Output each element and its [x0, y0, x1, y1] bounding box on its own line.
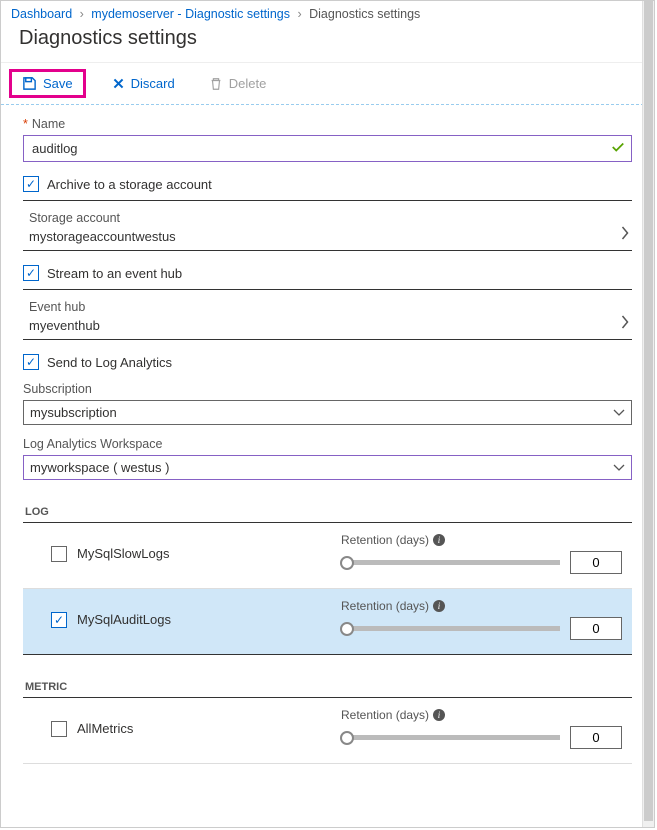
checkbox-checked-icon[interactable]: ✓: [51, 612, 67, 628]
breadcrumb-server[interactable]: mydemoserver - Diagnostic settings: [91, 7, 290, 21]
chevron-down-icon: [613, 460, 625, 475]
eventhub-row[interactable]: Event hub myeventhub: [23, 290, 632, 340]
discard-button[interactable]: Discard: [104, 72, 183, 95]
sendla-checkbox-row[interactable]: ✓ Send to Log Analytics: [23, 354, 632, 370]
metric-item-row[interactable]: AllMetrics Retention (days) i: [23, 698, 632, 764]
discard-label: Discard: [131, 76, 175, 91]
retention-input[interactable]: [570, 617, 622, 640]
checkbox-checked-icon: ✓: [23, 176, 39, 192]
toolbar: Save Discard Delete: [1, 62, 654, 105]
scrollbar[interactable]: [642, 1, 654, 827]
info-icon[interactable]: i: [433, 534, 445, 546]
subscription-value: mysubscription: [30, 405, 117, 420]
slider-thumb[interactable]: [340, 622, 354, 636]
slider-thumb[interactable]: [340, 731, 354, 745]
retention-input[interactable]: [570, 726, 622, 749]
save-label: Save: [43, 76, 73, 91]
retention-slider[interactable]: [341, 735, 560, 740]
eventhub-label: Event hub: [29, 300, 100, 314]
checkbox-checked-icon: ✓: [23, 354, 39, 370]
eventhub-value: myeventhub: [29, 318, 100, 333]
valid-check-icon: [611, 140, 625, 157]
stream-label: Stream to an event hub: [47, 266, 182, 281]
trash-icon: [209, 77, 223, 91]
delete-button: Delete: [201, 72, 275, 95]
log-item-name: MySqlSlowLogs: [77, 546, 170, 561]
workspace-value: myworkspace ( westus ): [30, 460, 169, 475]
metric-section-header: METRIC: [23, 681, 632, 698]
stream-checkbox-row[interactable]: ✓ Stream to an event hub: [23, 265, 632, 281]
chevron-right-icon: ›: [80, 7, 84, 21]
retention-input[interactable]: [570, 551, 622, 574]
log-item-row[interactable]: ✓ MySqlAuditLogs Retention (days) i: [23, 589, 632, 655]
required-star: *: [23, 117, 28, 131]
breadcrumb-dashboard[interactable]: Dashboard: [11, 7, 72, 21]
chevron-right-icon: ›: [297, 7, 301, 21]
checkbox-unchecked-icon[interactable]: [51, 721, 67, 737]
subscription-select[interactable]: mysubscription: [23, 400, 632, 425]
save-button[interactable]: Save: [9, 69, 86, 98]
retention-slider[interactable]: [341, 626, 560, 631]
chevron-right-icon: [621, 225, 630, 244]
log-item-row[interactable]: MySqlSlowLogs Retention (days) i: [23, 523, 632, 589]
retention-label: Retention (days): [341, 533, 429, 547]
name-input-wrap[interactable]: [23, 135, 632, 162]
storage-account-row[interactable]: Storage account mystorageaccountwestus: [23, 201, 632, 251]
name-label: * Name: [23, 117, 632, 131]
info-icon[interactable]: i: [433, 709, 445, 721]
retention-label: Retention (days): [341, 708, 429, 722]
workspace-label: Log Analytics Workspace: [23, 437, 632, 451]
retention-label: Retention (days): [341, 599, 429, 613]
log-item-name: MySqlAuditLogs: [77, 612, 171, 627]
storage-value: mystorageaccountwestus: [29, 229, 176, 244]
page-title: Diagnostics settings: [19, 27, 654, 50]
archive-checkbox-row[interactable]: ✓ Archive to a storage account: [23, 176, 632, 192]
name-label-text: Name: [32, 117, 65, 131]
chevron-right-icon: [621, 314, 630, 333]
close-icon: [112, 77, 125, 90]
info-icon[interactable]: i: [433, 600, 445, 612]
slider-thumb[interactable]: [340, 556, 354, 570]
checkbox-unchecked-icon[interactable]: [51, 546, 67, 562]
storage-label: Storage account: [29, 211, 176, 225]
subscription-label: Subscription: [23, 382, 632, 396]
sendla-label: Send to Log Analytics: [47, 355, 172, 370]
save-icon: [22, 76, 37, 91]
breadcrumb-current: Diagnostics settings: [309, 7, 420, 21]
log-section-header: LOG: [23, 506, 632, 523]
delete-label: Delete: [229, 76, 267, 91]
name-input[interactable]: [30, 140, 611, 157]
archive-label: Archive to a storage account: [47, 177, 212, 192]
breadcrumb: Dashboard › mydemoserver - Diagnostic se…: [1, 1, 654, 25]
workspace-select[interactable]: myworkspace ( westus ): [23, 455, 632, 480]
retention-slider[interactable]: [341, 560, 560, 565]
chevron-down-icon: [613, 405, 625, 420]
checkbox-checked-icon: ✓: [23, 265, 39, 281]
metric-item-name: AllMetrics: [77, 721, 133, 736]
